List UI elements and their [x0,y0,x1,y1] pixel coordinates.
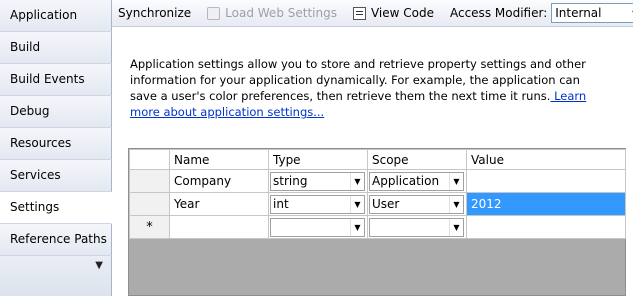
nav-item-build-events[interactable]: Build Events [0,64,112,96]
type-value: string [273,174,308,188]
nav-item-build[interactable]: Build [0,32,112,64]
description-text: Application settings allow you to store … [130,57,586,103]
project-properties-nav: Application Build Build Events Debug Res… [0,0,112,296]
new-setting-name-cell[interactable] [169,215,269,239]
new-setting-type-cell[interactable]: ▼ [268,215,368,239]
view-code-button[interactable]: View Code [347,0,440,27]
web-settings-icon [207,6,221,20]
setting-type-cell[interactable]: string ▼ [268,169,368,193]
settings-content: Application settings allow you to store … [112,28,633,296]
column-header-type[interactable]: Type [268,149,368,170]
chevron-down-icon: ▼ [95,260,103,271]
access-modifier-select[interactable]: Internal ▼ [551,3,633,23]
nav-item-services[interactable]: Services [0,160,112,192]
setting-value-cell[interactable] [466,169,626,193]
nav-item-debug[interactable]: Debug [0,96,112,128]
synchronize-button[interactable]: Synchronize [112,0,197,27]
type-combo[interactable]: ▼ [270,217,365,237]
scope-combo[interactable]: Application ▼ [369,171,464,191]
row-header[interactable] [129,169,170,193]
type-value: int [273,197,289,211]
access-modifier-label: Access Modifier: [449,6,548,20]
type-combo[interactable]: int ▼ [270,194,365,214]
scope-value: Application [372,174,440,188]
grid-corner [129,149,170,170]
dropdown-arrow-icon: ▼ [449,218,463,236]
view-code-label: View Code [370,6,434,20]
synchronize-label: Synchronize [118,6,192,20]
access-modifier-group: Access Modifier: Internal ▼ [444,0,633,27]
scope-value: User [372,197,400,211]
view-code-icon [352,6,366,20]
settings-description: Application settings allow you to store … [130,56,600,120]
dropdown-arrow-icon: ▼ [350,218,364,236]
dropdown-arrow-icon: ▼ [628,4,633,22]
grid-header-row: Name Type Scope Value [129,149,626,170]
column-header-name[interactable]: Name [169,149,269,170]
setting-type-cell[interactable]: int ▼ [268,192,368,216]
new-setting-value-cell[interactable] [466,215,626,239]
dropdown-arrow-icon: ▼ [350,172,364,190]
nav-more-button[interactable]: ▼ [0,256,112,296]
setting-name-cell[interactable]: Company [169,169,269,193]
settings-toolbar: Synchronize Load Web Settings View Code … [112,0,633,27]
access-modifier-value: Internal [555,6,602,20]
column-header-scope[interactable]: Scope [367,149,467,170]
load-web-settings-button[interactable]: Load Web Settings [201,0,343,27]
setting-value-cell-selected[interactable]: 2012 [466,192,626,216]
new-setting-scope-cell[interactable]: ▼ [367,215,467,239]
nav-item-resources[interactable]: Resources [0,128,112,160]
column-header-value[interactable]: Value [466,149,626,170]
nav-item-application[interactable]: Application [0,0,112,32]
new-row-marker: * [129,215,170,239]
table-row: Year int ▼ User ▼ 2012 [129,192,626,216]
nav-item-settings[interactable]: Settings [0,192,112,224]
setting-scope-cell[interactable]: Application ▼ [367,169,467,193]
row-header[interactable] [129,192,170,216]
dropdown-arrow-icon: ▼ [449,172,463,190]
new-row: * ▼ ▼ [129,215,626,239]
dropdown-arrow-icon: ▼ [350,195,364,213]
type-combo[interactable]: string ▼ [270,171,365,191]
load-web-settings-label: Load Web Settings [225,6,337,20]
nav-item-reference-paths[interactable]: Reference Paths [0,224,112,256]
table-row: Company string ▼ Application ▼ [129,169,626,193]
settings-grid: Name Type Scope Value Company string ▼ A… [128,148,626,296]
setting-scope-cell[interactable]: User ▼ [367,192,467,216]
scope-combo[interactable]: ▼ [369,217,464,237]
setting-name-cell[interactable]: Year [169,192,269,216]
scope-combo[interactable]: User ▼ [369,194,464,214]
dropdown-arrow-icon: ▼ [449,195,463,213]
